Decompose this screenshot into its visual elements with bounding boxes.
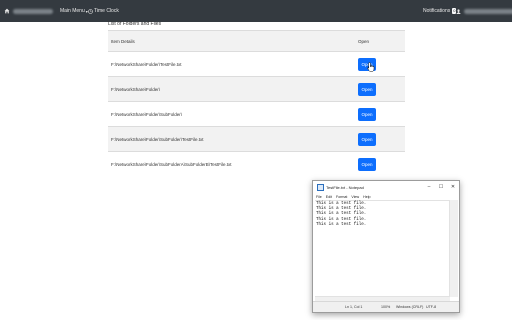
notepad-status-bar: Ln 1, Col 1 100% Windows (CRLF) UTF-8 — [313, 301, 459, 312]
maximize-button[interactable]: ☐ — [435, 181, 447, 193]
open-button[interactable]: Open — [358, 132, 376, 146]
menu-view[interactable]: View — [351, 195, 359, 199]
header-open: Open — [355, 30, 405, 52]
hand-cursor-icon — [367, 62, 375, 72]
time-clock-label: Time Clock — [94, 8, 119, 14]
open-button[interactable]: Open — [358, 82, 376, 96]
files-table: Item Details Open F:\NetworkShare\Folder… — [108, 30, 405, 176]
brand-name-redacted — [13, 8, 53, 14]
vertical-scrollbar[interactable] — [449, 200, 458, 297]
window-controls: – ☐ ✕ — [423, 181, 459, 193]
main-menu-label: Main Menu — [60, 8, 85, 14]
clock-icon — [88, 8, 93, 14]
notepad-title: TestFile.txt - Notepad — [326, 184, 364, 190]
minimize-button[interactable]: – — [423, 181, 435, 193]
item-path: F:\NetworkShare\Folder\ — [108, 76, 355, 102]
table-row: F:\NetworkShare\Folder\ Open — [108, 76, 405, 102]
open-button[interactable]: Open — [358, 107, 376, 121]
status-encoding: UTF-8 — [426, 305, 437, 309]
item-path: F:\NetworkShare\Folder\SubFolder\TestFil… — [108, 126, 355, 152]
table-row: F:\NetworkShare\Folder\SubFolder\ Open — [108, 101, 405, 127]
table-row: F:\NetworkShare\Folder\TestFile.txt Open — [108, 51, 405, 77]
status-zoom: 100% — [381, 305, 391, 309]
time-clock-link[interactable]: Time Clock — [88, 0, 119, 22]
close-button[interactable]: ✕ — [447, 181, 459, 193]
open-cell: Open — [355, 126, 405, 152]
status-position: Ln 1, Col 1 — [345, 305, 363, 309]
menu-format[interactable]: Format — [336, 195, 347, 199]
open-cell: Open — [355, 76, 405, 102]
username-redacted — [464, 8, 512, 14]
open-cell: Open — [355, 151, 405, 176]
table-header-row: Item Details Open — [108, 30, 405, 52]
item-path: F:\NetworkShare\Folder\SubFolder\ — [108, 101, 355, 127]
open-cell: Open — [355, 101, 405, 127]
open-button[interactable]: Open — [358, 157, 376, 171]
notepad-menu-bar: File Edit Format View Help — [313, 193, 459, 200]
table-row: F:\NetworkShare\Folder\SubFolderA\SubFol… — [108, 151, 405, 176]
notepad-window: TestFile.txt - Notepad – ☐ ✕ File Edit F… — [312, 180, 460, 313]
table-row: F:\NetworkShare\Folder\SubFolder\TestFil… — [108, 126, 405, 152]
status-line-ending: Windows (CRLF) — [396, 305, 424, 309]
notifications-label: Notifications — [423, 8, 451, 14]
top-navbar: Main Menu▾ Time Clock Notifications 0 ▾ — [0, 0, 512, 22]
notepad-icon — [317, 183, 324, 191]
section-title: List of Folders and Files — [108, 21, 162, 27]
main-menu-dropdown[interactable]: Main Menu ▾ — [60, 0, 88, 22]
menu-edit[interactable]: Edit — [326, 195, 332, 199]
item-path: F:\NetworkShare\Folder\SubFolderA\SubFol… — [108, 151, 355, 176]
open-cell: Open — [355, 51, 405, 77]
header-item-details: Item Details — [108, 30, 355, 52]
item-path: F:\NetworkShare\Folder\TestFile.txt — [108, 51, 355, 77]
notifications-dropdown[interactable]: Notifications 0 ▾ — [423, 0, 459, 22]
user-icon — [456, 8, 461, 14]
notepad-text-area[interactable]: This is a test file. This is a test file… — [315, 200, 450, 302]
menu-file[interactable]: File — [316, 195, 322, 199]
user-menu-dropdown[interactable] — [456, 0, 512, 22]
notepad-title-bar[interactable]: TestFile.txt - Notepad – ☐ ✕ — [313, 181, 459, 193]
menu-help[interactable]: Help — [363, 195, 370, 199]
home-link[interactable] — [4, 0, 53, 22]
home-icon — [4, 8, 10, 14]
